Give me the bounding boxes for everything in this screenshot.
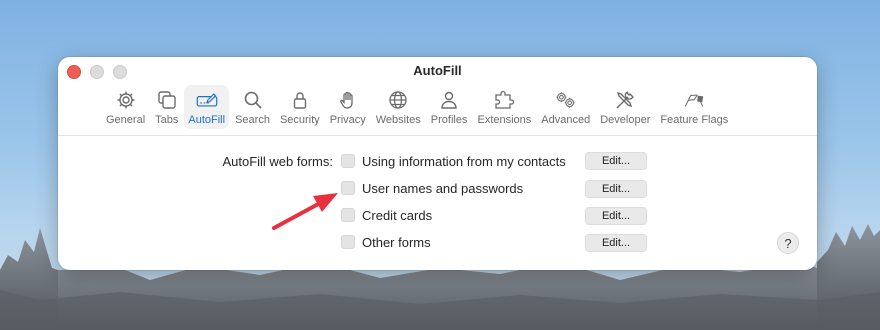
flags-icon xyxy=(683,89,705,111)
autofill-section-label: AutoFill web forms: xyxy=(222,154,333,169)
edit-contacts-button[interactable]: Edit... xyxy=(585,152,647,170)
autofill-option-other-forms: Other forms xyxy=(341,232,431,252)
other-forms-checkbox[interactable] xyxy=(341,235,355,249)
option-label: User names and passwords xyxy=(362,180,524,196)
contacts-checkbox[interactable] xyxy=(341,154,355,168)
edit-credit-cards-button[interactable]: Edit... xyxy=(585,207,647,225)
hand-icon xyxy=(337,89,359,111)
tab-autofill[interactable]: AutoFill xyxy=(184,85,230,129)
preferences-window: AutoFill General Tabs AutoFill Search Se… xyxy=(58,57,817,270)
autofill-option-contacts: Using information from my contacts xyxy=(341,151,566,171)
tab-tabs[interactable]: Tabs xyxy=(151,85,182,129)
tools-icon xyxy=(614,89,636,111)
tab-privacy[interactable]: Privacy xyxy=(326,85,370,129)
tabs-icon xyxy=(156,89,178,111)
autofill-option-passwords: User names and passwords xyxy=(341,178,523,198)
tab-label: Developer xyxy=(600,114,651,126)
option-label: Using information from my contacts xyxy=(362,153,566,169)
tab-advanced[interactable]: Advanced xyxy=(537,85,594,129)
tab-extensions[interactable]: Extensions xyxy=(473,85,535,129)
tab-label: AutoFill xyxy=(188,114,226,126)
tab-label: Websites xyxy=(375,114,421,126)
edit-other-forms-button[interactable]: Edit... xyxy=(585,234,647,252)
preferences-toolbar: General Tabs AutoFill Search Security Pr… xyxy=(102,85,734,133)
tab-general[interactable]: General xyxy=(102,85,149,129)
tab-label: Advanced xyxy=(541,114,591,126)
credit-cards-checkbox[interactable] xyxy=(341,208,355,222)
gears-icon xyxy=(555,89,577,111)
tab-label: Feature Flags xyxy=(660,114,729,126)
tab-label: Privacy xyxy=(329,114,366,126)
magnifier-icon xyxy=(242,89,264,111)
tab-security[interactable]: Security xyxy=(276,85,324,129)
tab-profiles[interactable]: Profiles xyxy=(427,85,472,129)
lock-icon xyxy=(289,89,311,111)
pencil-field-icon xyxy=(196,89,218,111)
tab-search[interactable]: Search xyxy=(231,85,274,129)
tab-label: Security xyxy=(279,114,320,126)
tab-websites[interactable]: Websites xyxy=(372,85,425,129)
globe-icon xyxy=(387,89,409,111)
edit-passwords-button[interactable]: Edit... xyxy=(585,180,647,198)
passwords-checkbox[interactable] xyxy=(341,181,355,195)
title-bar: AutoFill xyxy=(58,57,817,85)
tab-label: Tabs xyxy=(155,114,179,126)
tab-developer[interactable]: Developer xyxy=(596,85,654,129)
tab-label: Extensions xyxy=(477,114,532,126)
tab-label: General xyxy=(106,114,146,126)
person-icon xyxy=(438,89,460,111)
option-label: Credit cards xyxy=(362,207,433,223)
autofill-option-credit-cards: Credit cards xyxy=(341,205,432,225)
window-title: AutoFill xyxy=(413,63,462,78)
tab-label: Profiles xyxy=(430,114,468,126)
tab-feature-flags[interactable]: Feature Flags xyxy=(656,85,732,129)
tab-label: Search xyxy=(235,114,270,126)
puzzle-icon xyxy=(493,89,515,111)
help-button[interactable]: ? xyxy=(777,232,799,254)
toolbar-divider xyxy=(58,135,817,136)
gear-icon xyxy=(115,89,137,111)
option-label: Other forms xyxy=(362,234,431,250)
